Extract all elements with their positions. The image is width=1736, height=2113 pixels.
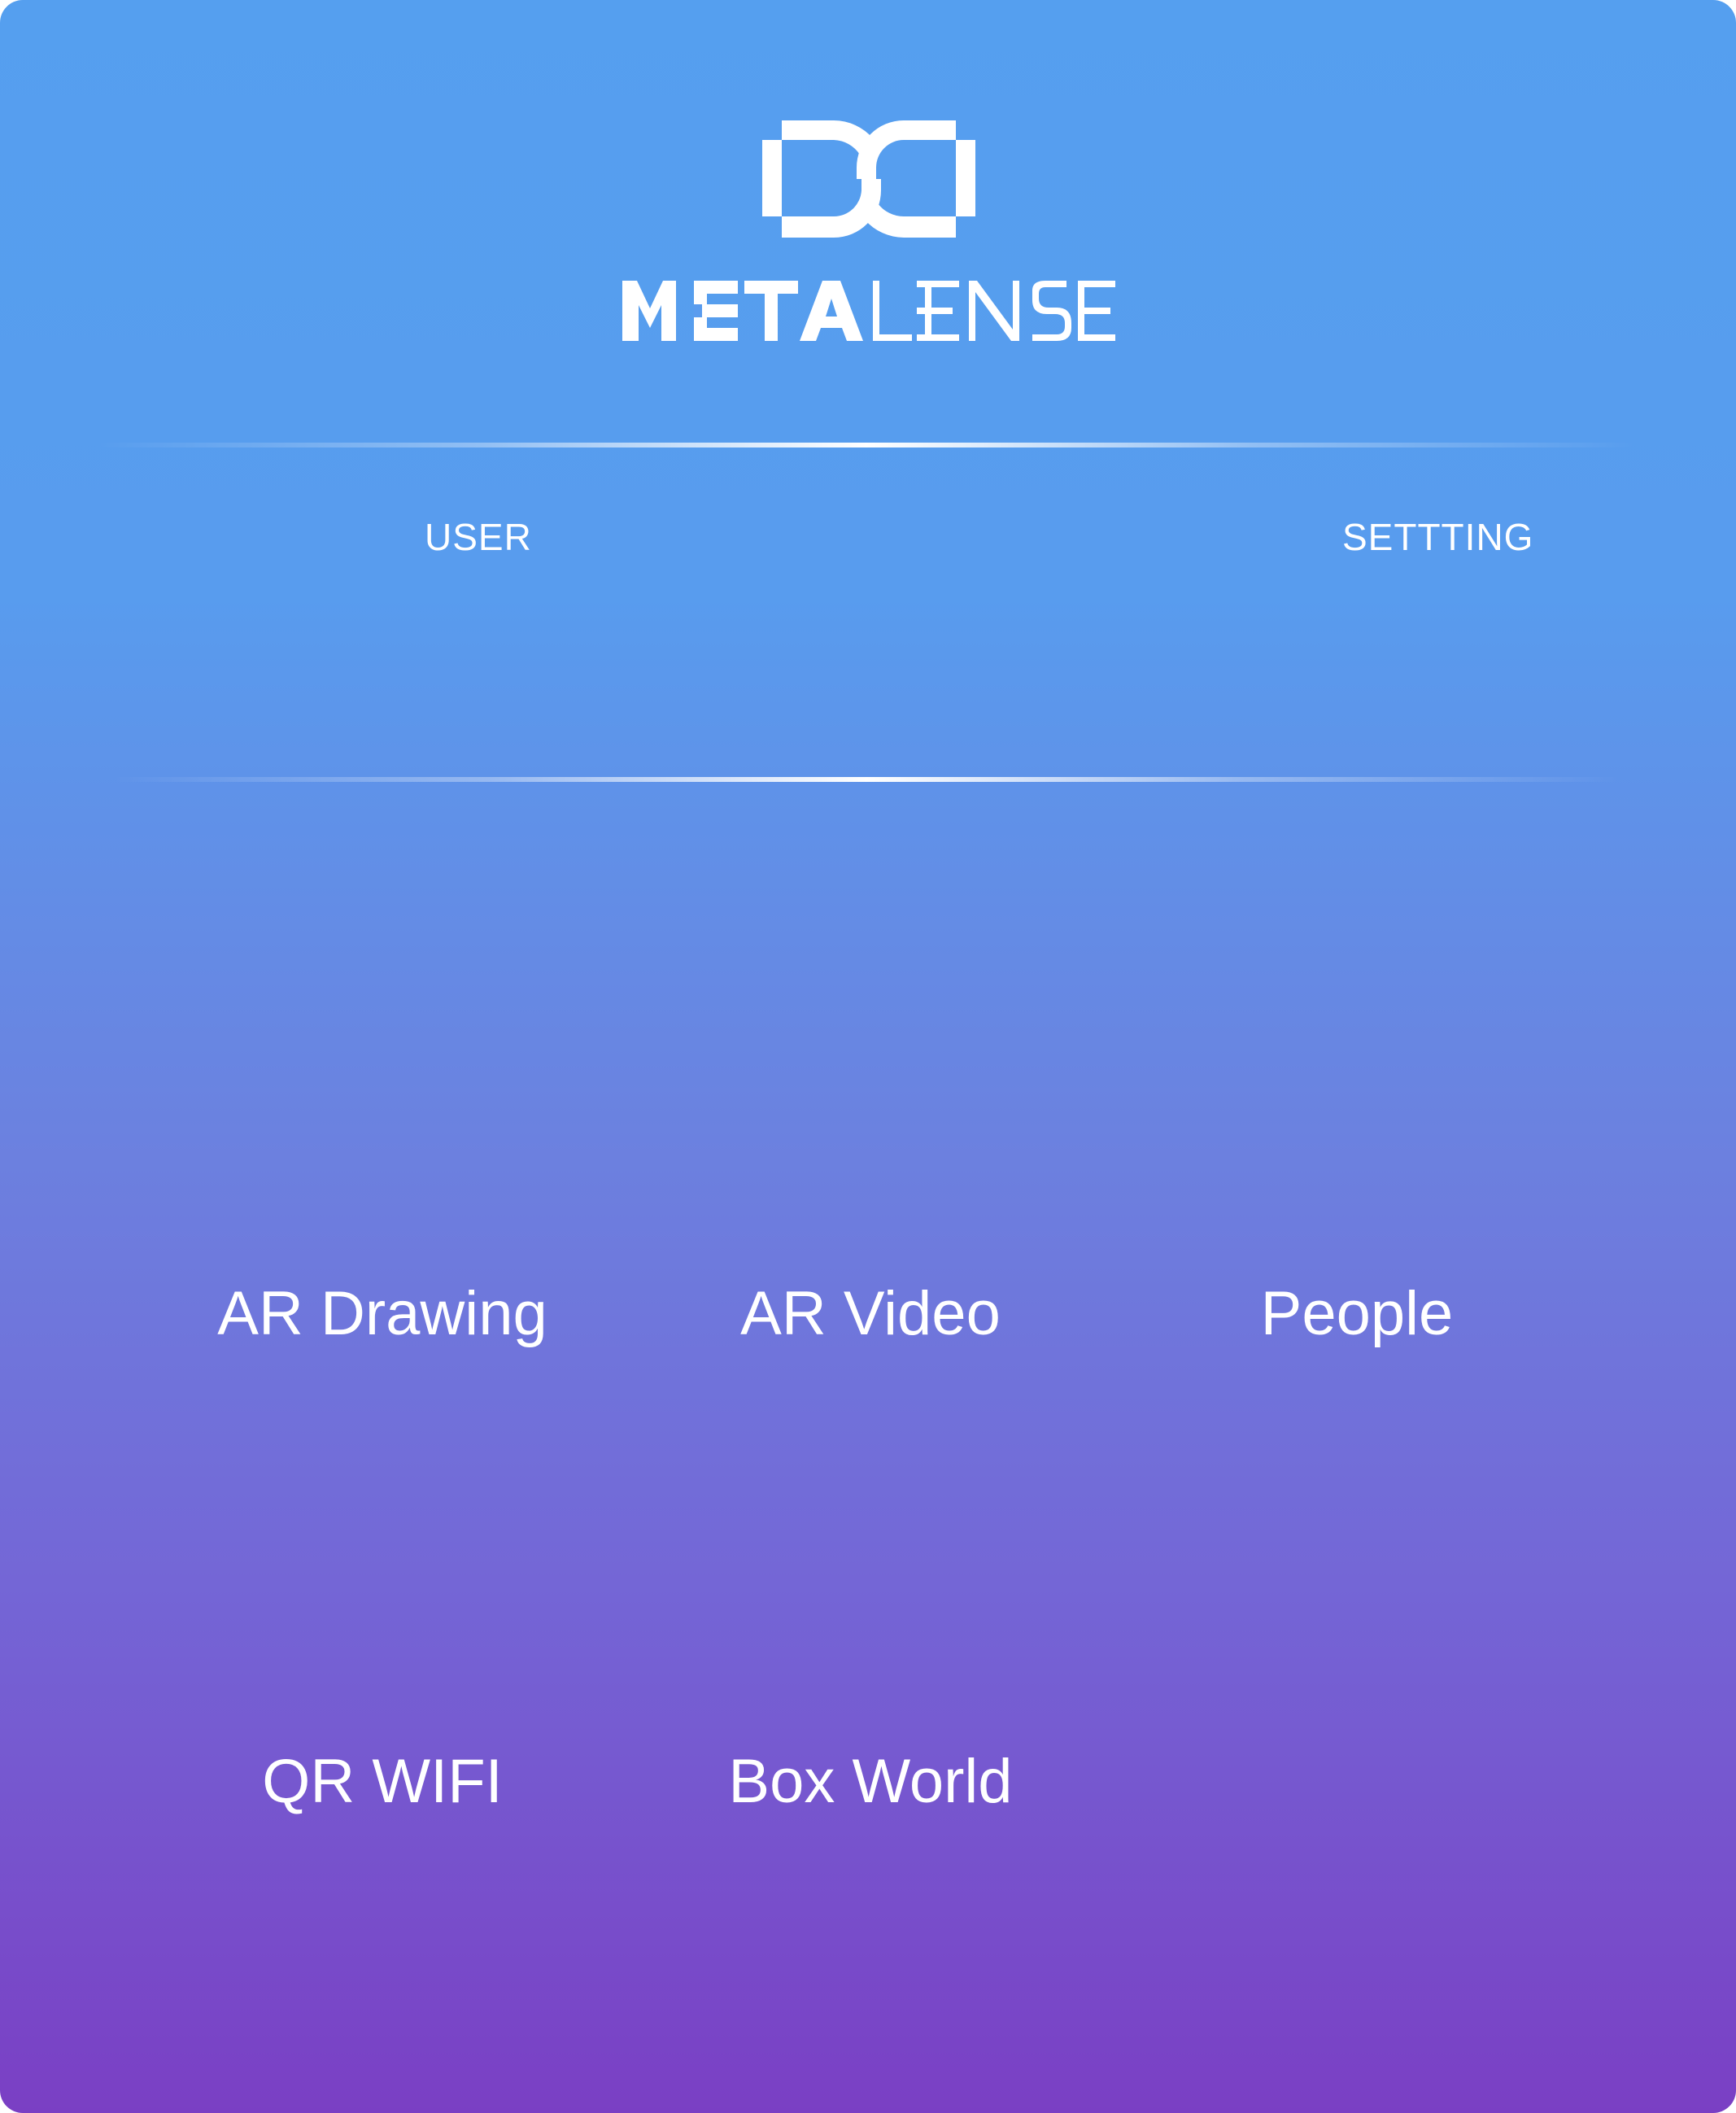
ar-video-button[interactable]: AR Video: [643, 1273, 1098, 1355]
header-divider: [98, 443, 1635, 447]
user-button[interactable]: USER: [425, 513, 532, 561]
metalense-logo-icon: [762, 120, 975, 238]
ar-drawing-button[interactable]: AR Drawing: [155, 1273, 610, 1355]
nav-divider: [114, 777, 1619, 782]
setting-button[interactable]: SETTTING: [1342, 513, 1533, 561]
people-button[interactable]: People: [1129, 1273, 1585, 1355]
metalense-wordmark: [622, 281, 1115, 341]
app-screen: USER SETTTING AR Drawing AR Video People…: [0, 0, 1736, 2113]
qr-wifi-button[interactable]: QR WIFI: [155, 1741, 610, 1823]
box-world-button[interactable]: Box World: [643, 1741, 1098, 1823]
